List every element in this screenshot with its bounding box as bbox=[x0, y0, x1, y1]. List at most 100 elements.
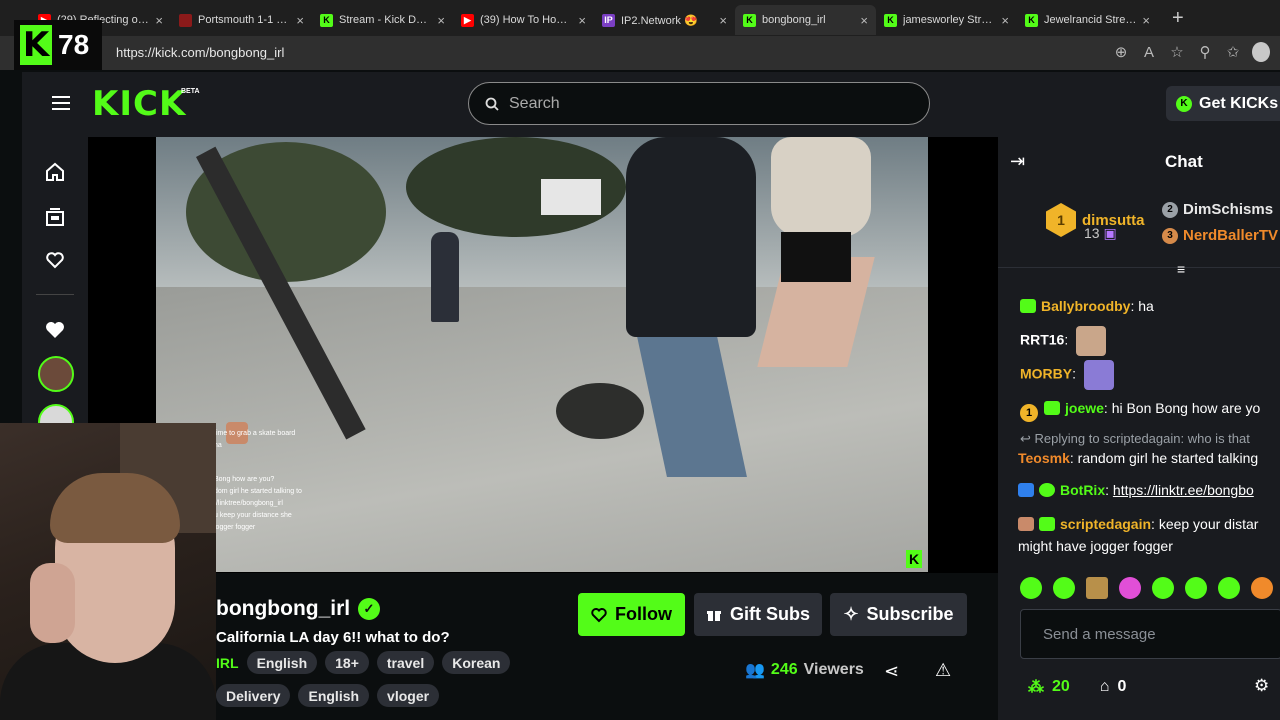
chat-username[interactable]: Teosmk bbox=[1018, 450, 1070, 466]
browser-tab[interactable]: Kbongbong_irl × bbox=[735, 5, 876, 35]
chat-username[interactable]: scriptedagain bbox=[1060, 516, 1151, 532]
chat-username[interactable]: Ballybroodby bbox=[1041, 298, 1130, 314]
reply-context[interactable]: ↩ Replying to scriptedagain: who is that bbox=[1020, 429, 1250, 449]
chat-username[interactable]: MORBY bbox=[1020, 366, 1072, 382]
browser-toolbar: ⊕ A ☆ ⚲ ✩ bbox=[1112, 42, 1270, 62]
address-bar: https://kick.com/bongbong_irl ⊕ A ☆ ⚲ ✩ bbox=[0, 36, 1280, 70]
close-tab-icon[interactable]: × bbox=[1001, 13, 1009, 28]
kick-logo[interactable]: KICK bbox=[92, 84, 186, 124]
chat-text: hi Bon Bong how are yo bbox=[1111, 400, 1261, 416]
browser-tab[interactable]: IP IP2.Network 😍 × bbox=[594, 5, 735, 35]
close-tab-icon[interactable]: × bbox=[1142, 13, 1150, 28]
stream-tag[interactable]: English bbox=[298, 684, 370, 707]
top-gifter-3[interactable]: 3 NerdBallerTV bbox=[1162, 227, 1278, 244]
report-icon[interactable]: ⚠ bbox=[935, 660, 951, 681]
chat-username[interactable]: BotRix bbox=[1060, 482, 1105, 498]
chat-username[interactable]: RRT16 bbox=[1020, 332, 1064, 348]
verified-badge-icon bbox=[1039, 483, 1055, 497]
emote-icon[interactable] bbox=[1086, 577, 1108, 599]
close-tab-icon[interactable]: × bbox=[296, 13, 304, 28]
streamer-name[interactable]: bongbong_irl bbox=[216, 597, 350, 621]
tab-label: jamesworley Stream bbox=[903, 14, 996, 26]
chat-input-box[interactable] bbox=[1020, 609, 1280, 659]
cat-emote-icon bbox=[1076, 326, 1107, 356]
video-player[interactable]: time to grab a skate board ha Bong how are… bbox=[88, 137, 998, 573]
stream-video[interactable]: time to grab a skate board ha Bong how are… bbox=[156, 137, 928, 572]
browser-tab[interactable]: Portsmouth 1-1 QP × bbox=[171, 5, 312, 35]
close-tab-icon[interactable]: × bbox=[578, 13, 586, 28]
browser-tab[interactable]: Kjamesworley Stream × bbox=[876, 5, 1017, 35]
share-icon[interactable]: ⋖ bbox=[884, 661, 899, 682]
favorites-icon[interactable]: ✩ bbox=[1224, 43, 1242, 61]
gift-subs-button[interactable]: Gift Subs bbox=[694, 593, 822, 636]
video-frame bbox=[781, 232, 851, 282]
emote-icon[interactable] bbox=[1152, 577, 1174, 599]
stream-tag[interactable]: Delivery bbox=[216, 684, 291, 707]
top-gifter-2[interactable]: 2 DimSchisms bbox=[1162, 201, 1273, 218]
favorite-star-icon[interactable]: ☆ bbox=[1168, 43, 1186, 61]
gift-subs-label: Gift Subs bbox=[730, 604, 810, 624]
get-kicks-button[interactable]: K Get KICKs bbox=[1166, 86, 1280, 121]
gift-box-icon[interactable]: ⌂ bbox=[1100, 678, 1110, 696]
close-tab-icon[interactable]: × bbox=[155, 13, 163, 28]
emote-icon[interactable] bbox=[1119, 577, 1141, 599]
gifter-count: 13 ▣ bbox=[1084, 225, 1117, 242]
viewer-count-value: 246 bbox=[770, 661, 798, 678]
close-tab-icon[interactable]: × bbox=[860, 13, 868, 28]
top-gifter-1[interactable]: 1 dimsutta 13 ▣ bbox=[1046, 203, 1145, 241]
quick-emote-bar bbox=[1020, 577, 1273, 599]
emote-icon[interactable] bbox=[1020, 577, 1042, 599]
stream-tag[interactable]: Korean bbox=[442, 651, 511, 674]
chat-message-continued: might have jogger fogger bbox=[1018, 538, 1173, 554]
close-tab-icon[interactable]: × bbox=[719, 13, 727, 28]
menu-icon[interactable] bbox=[52, 96, 70, 110]
subscribe-button[interactable]: ✧ Subscribe bbox=[830, 593, 967, 636]
stream-tag[interactable]: 18+ bbox=[325, 651, 369, 674]
kicks-coin-icon: K bbox=[1176, 95, 1192, 112]
url-field[interactable]: https://kick.com/bongbong_irl bbox=[116, 45, 284, 60]
read-aloud-icon[interactable]: A bbox=[1140, 44, 1158, 61]
subscriber-badge-icon bbox=[1039, 517, 1055, 531]
chat-text: ha bbox=[1138, 298, 1154, 314]
verified-badge-icon: ✓ bbox=[358, 598, 380, 620]
pinned-menu-icon[interactable]: ≡ bbox=[1177, 261, 1185, 277]
gift-balance: 0 bbox=[1117, 678, 1127, 695]
profile-avatar[interactable] bbox=[1252, 42, 1270, 62]
search-input[interactable] bbox=[509, 94, 889, 113]
emote-icon[interactable] bbox=[1251, 577, 1273, 599]
video-frame bbox=[431, 232, 459, 322]
following-icon[interactable] bbox=[44, 249, 66, 271]
stream-tag[interactable]: vloger bbox=[377, 684, 440, 707]
new-tab-icon[interactable]: + bbox=[1172, 7, 1184, 30]
browser-tab[interactable]: K Stream - Kick Dashb × bbox=[312, 5, 453, 35]
kicks-icon: ⁂ bbox=[1028, 679, 1044, 696]
stream-tag[interactable]: travel bbox=[376, 651, 435, 674]
followed-channel-avatar[interactable] bbox=[38, 356, 74, 392]
browser-tab[interactable]: K Jewelrancid Stream × bbox=[1017, 5, 1158, 35]
emote-icon[interactable] bbox=[1053, 577, 1075, 599]
gear-icon[interactable]: ⚙ bbox=[1254, 676, 1269, 696]
chat-username[interactable]: joewe bbox=[1065, 400, 1104, 416]
tab-favicon-icon: K bbox=[1025, 13, 1038, 27]
zoom-icon[interactable]: ⊕ bbox=[1112, 43, 1130, 61]
home-icon[interactable] bbox=[44, 161, 66, 183]
gift-icon bbox=[707, 610, 721, 621]
chat-input[interactable] bbox=[1043, 625, 1263, 643]
emote-icon[interactable] bbox=[1185, 577, 1207, 599]
browser-tab[interactable]: ▶ (39) How To Host/R × bbox=[453, 5, 594, 35]
stream-tag[interactable]: IRL bbox=[216, 651, 239, 674]
extensions-icon[interactable]: ⚲ bbox=[1196, 43, 1214, 61]
collapse-chat-icon[interactable]: ⇥ bbox=[1010, 151, 1025, 172]
browse-icon[interactable] bbox=[44, 206, 66, 228]
chat-panel: ⇥ Chat 1 dimsutta 13 ▣ 2 DimSchisms 3 Ne… bbox=[998, 137, 1280, 720]
webcam-frame bbox=[30, 563, 75, 643]
emote-icon[interactable] bbox=[1218, 577, 1240, 599]
stream-tag[interactable]: English bbox=[246, 651, 318, 674]
close-tab-icon[interactable]: × bbox=[437, 13, 445, 28]
search-bar[interactable] bbox=[468, 82, 930, 125]
chat-colon: : bbox=[1151, 516, 1159, 532]
gold-medal-icon: 1 bbox=[1046, 203, 1076, 237]
chat-link[interactable]: https://linktr.ee/bongbo bbox=[1113, 482, 1254, 498]
follow-label: Follow bbox=[615, 604, 672, 624]
follow-button[interactable]: Follow bbox=[578, 593, 685, 636]
